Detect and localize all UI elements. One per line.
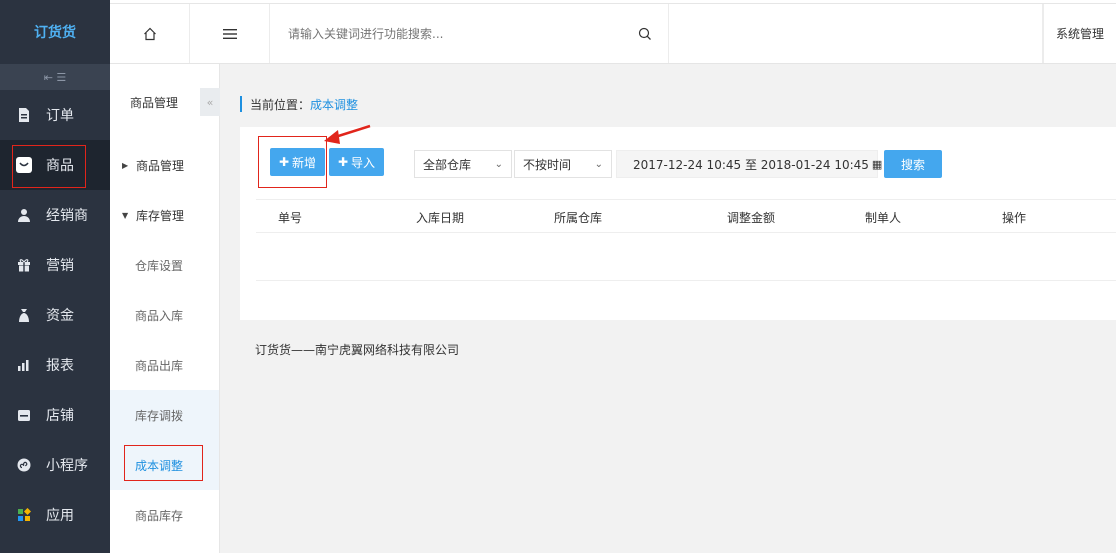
search-icon[interactable] bbox=[638, 27, 652, 41]
home-button[interactable] bbox=[110, 4, 190, 63]
sub-item-stock-out[interactable]: 商品出库 bbox=[110, 340, 219, 390]
menu-toggle-button[interactable] bbox=[190, 4, 270, 63]
chevron-down-icon: ⌄ bbox=[494, 158, 503, 170]
home-icon bbox=[143, 27, 156, 40]
sub-item-stock-transfer[interactable]: 库存调拨 bbox=[110, 390, 219, 440]
app-logo[interactable]: 订货货 bbox=[0, 0, 110, 64]
highlight-box-cost-adjustment bbox=[124, 445, 203, 481]
sidebar-item-label: 订单 bbox=[46, 108, 74, 124]
highlight-box-products bbox=[12, 145, 86, 188]
user-icon bbox=[16, 207, 32, 223]
sidebar-item-label: 营销 bbox=[46, 258, 74, 274]
sub-item-product-inventory[interactable]: 商品库存 bbox=[110, 490, 219, 540]
sidebar-item-store[interactable]: 店铺 bbox=[0, 390, 110, 440]
date-range-value: 2017-12-24 10:45 至 2018-01-24 10:45 bbox=[633, 157, 869, 172]
mini-program-icon bbox=[16, 457, 32, 473]
column-header-actions: 操作 bbox=[1002, 211, 1027, 225]
top-bar: 系统管理 bbox=[110, 4, 1116, 64]
sidebar-item-funds[interactable]: 资金 bbox=[0, 290, 110, 340]
sidebar-item-distributors[interactable]: 经销商 bbox=[0, 190, 110, 240]
double-chevron-left-icon: « bbox=[206, 95, 214, 109]
sidebar-item-apps[interactable]: 应用 bbox=[0, 490, 110, 540]
sub-group-inventory-management[interactable]: ▼ 库存管理 bbox=[110, 190, 219, 240]
topbar-spacer bbox=[669, 4, 1043, 63]
sidebar-item-label: 报表 bbox=[46, 358, 74, 374]
time-select[interactable]: 不按时间 ⌄ bbox=[514, 150, 612, 178]
table-empty-row-border bbox=[256, 280, 1116, 281]
import-button[interactable]: ✚ 导入 bbox=[329, 148, 384, 176]
sub-item-warehouse-settings[interactable]: 仓库设置 bbox=[110, 240, 219, 290]
sub-sidebar-collapse-button[interactable]: « bbox=[200, 88, 220, 116]
breadcrumb: 当前位置： 成本调整 bbox=[240, 96, 358, 112]
sub-group-product-management[interactable]: ▶ 商品管理 bbox=[110, 140, 219, 190]
store-icon bbox=[16, 407, 32, 423]
sidebar-item-label: 应用 bbox=[46, 508, 74, 524]
time-select-value: 不按时间 bbox=[523, 157, 572, 172]
column-header-creator: 制单人 bbox=[865, 211, 902, 225]
money-bag-icon bbox=[16, 307, 32, 323]
hamburger-menu-icon bbox=[222, 28, 237, 39]
sub-group-label: 库存管理 bbox=[136, 208, 185, 223]
collapse-left-icon: ⇤ ☰ bbox=[43, 70, 67, 84]
caret-down-icon: ▼ bbox=[122, 210, 129, 220]
column-header-warehouse: 所属仓库 bbox=[554, 211, 603, 225]
sidebar-item-label: 资金 bbox=[46, 308, 74, 324]
caret-right-icon: ▶ bbox=[122, 160, 129, 170]
sub-item-stock-in[interactable]: 商品入库 bbox=[110, 290, 219, 340]
sidebar-item-mini-program[interactable]: 小程序 bbox=[0, 440, 110, 490]
sidebar-item-reports[interactable]: 报表 bbox=[0, 340, 110, 390]
sidebar-item-label: 店铺 bbox=[46, 408, 74, 424]
sub-group-label: 商品管理 bbox=[136, 158, 185, 173]
date-range-input[interactable]: 2017-12-24 10:45 至 2018-01-24 10:45 ▦ bbox=[616, 150, 882, 178]
sidebar-item-label: 经销商 bbox=[46, 208, 88, 224]
document-icon bbox=[16, 107, 32, 123]
sidebar-item-label: 小程序 bbox=[46, 458, 88, 474]
content-panel: ✚ 新增 ✚ 导入 全部仓库 ⌄ 不按时间 ⌄ 2017-12-24 10:45… bbox=[240, 127, 1116, 320]
warehouse-select-value: 全部仓库 bbox=[423, 157, 472, 172]
calendar-icon: ▦ bbox=[871, 157, 883, 171]
apps-icon bbox=[16, 507, 32, 523]
breadcrumb-current[interactable]: 成本调整 bbox=[310, 96, 358, 113]
sidebar-collapse-toggle[interactable]: ⇤ ☰ bbox=[0, 64, 110, 90]
search-button-label: 搜索 bbox=[900, 157, 925, 172]
plus-icon: ✚ bbox=[337, 155, 349, 169]
search-button[interactable]: 搜索 bbox=[884, 150, 942, 178]
column-header-stock-in-date: 入库日期 bbox=[416, 211, 465, 225]
system-management-button[interactable]: 系统管理 bbox=[1043, 4, 1116, 63]
column-header-adjust-amount: 调整金额 bbox=[727, 211, 776, 225]
bar-chart-icon bbox=[16, 357, 32, 373]
annotation-arrow bbox=[324, 124, 371, 144]
footer-copyright: 订货货——南宁虎翼网络科技有限公司 bbox=[255, 343, 460, 357]
warehouse-select[interactable]: 全部仓库 ⌄ bbox=[414, 150, 512, 178]
breadcrumb-prefix: 当前位置： bbox=[250, 97, 311, 112]
sidebar-item-marketing[interactable]: 营销 bbox=[0, 240, 110, 290]
table-header: 单号 入库日期 所属仓库 调整金额 制单人 操作 bbox=[256, 199, 1116, 233]
column-header-order-no: 单号 bbox=[278, 211, 303, 225]
import-button-label: 导入 bbox=[351, 155, 376, 170]
sidebar-item-orders[interactable]: 订单 bbox=[0, 90, 110, 140]
function-search-box bbox=[270, 4, 669, 63]
function-search-input[interactable] bbox=[288, 26, 588, 41]
gift-icon bbox=[16, 257, 32, 273]
main-sidebar: 订货货 ⇤ ☰ 订单 商品 经销商 营销 资金 报表 店铺 小程序 应用 bbox=[0, 0, 110, 553]
highlight-box-add-button bbox=[258, 136, 327, 188]
chevron-down-icon: ⌄ bbox=[594, 158, 603, 170]
